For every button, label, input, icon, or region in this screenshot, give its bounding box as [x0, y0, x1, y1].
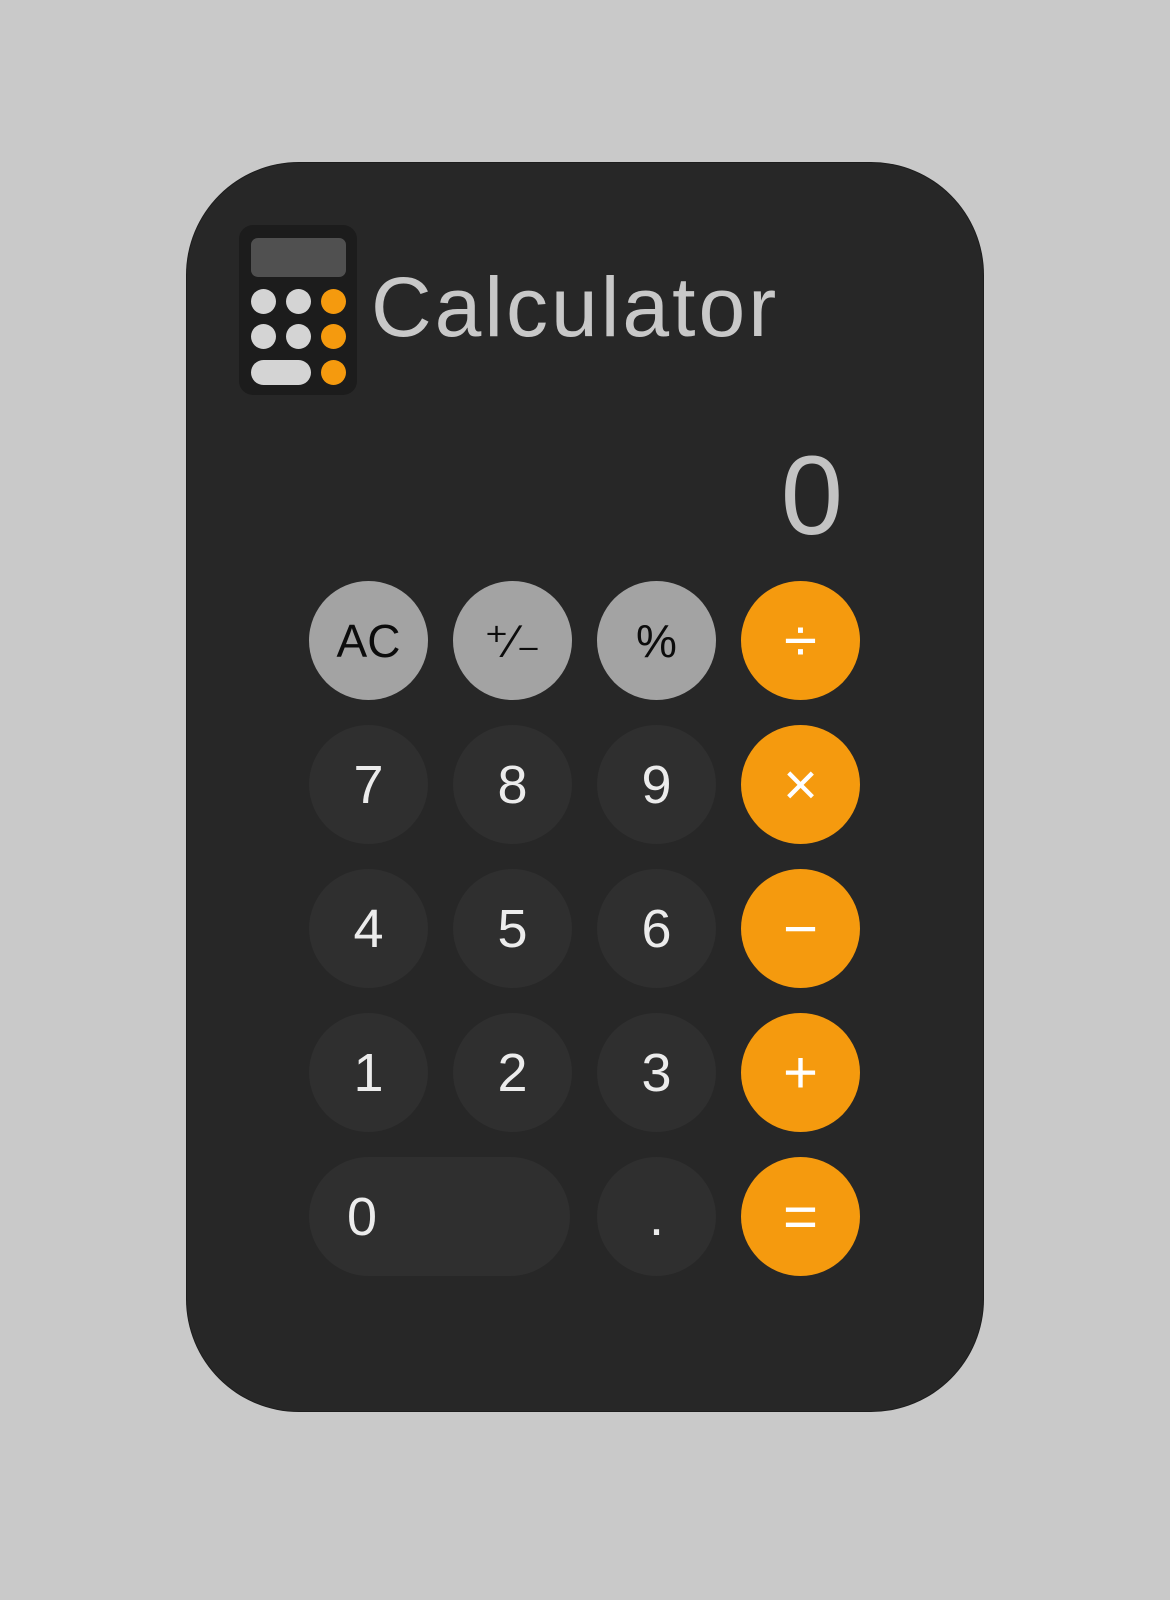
divide-button[interactable]: ÷ — [741, 581, 860, 700]
percent-button[interactable]: % — [597, 581, 716, 700]
digit-7-button[interactable]: 7 — [309, 725, 428, 844]
digit-2-button[interactable]: 2 — [453, 1013, 572, 1132]
calculator-window: Calculator 0 AC ⁺∕₋ % ÷ 7 8 9 × 4 5 6 − … — [187, 163, 983, 1411]
multiply-button[interactable]: × — [741, 725, 860, 844]
plus-minus-button[interactable]: ⁺∕₋ — [453, 581, 572, 700]
digit-9-button[interactable]: 9 — [597, 725, 716, 844]
digit-8-button[interactable]: 8 — [453, 725, 572, 844]
icon-dot-orange — [321, 289, 346, 314]
icon-pill — [251, 360, 311, 385]
icon-dot — [251, 324, 276, 349]
digit-3-button[interactable]: 3 — [597, 1013, 716, 1132]
decimal-button[interactable]: . — [597, 1157, 716, 1276]
digit-6-button[interactable]: 6 — [597, 869, 716, 988]
digit-4-button[interactable]: 4 — [309, 869, 428, 988]
minus-button[interactable]: − — [741, 869, 860, 988]
all-clear-button[interactable]: AC — [309, 581, 428, 700]
app-title: Calculator — [371, 260, 780, 354]
result-display: 0 — [780, 433, 843, 558]
icon-dot — [286, 289, 311, 314]
icon-dot — [286, 324, 311, 349]
icon-dot — [251, 289, 276, 314]
icon-dot-orange — [321, 360, 346, 385]
calculator-app-icon — [239, 225, 357, 395]
plus-button[interactable]: + — [741, 1013, 860, 1132]
equals-button[interactable]: = — [741, 1157, 860, 1276]
icon-screen — [251, 238, 346, 277]
digit-1-button[interactable]: 1 — [309, 1013, 428, 1132]
icon-dot-orange — [321, 324, 346, 349]
digit-5-button[interactable]: 5 — [453, 869, 572, 988]
digit-0-button[interactable]: 0 — [309, 1157, 570, 1276]
